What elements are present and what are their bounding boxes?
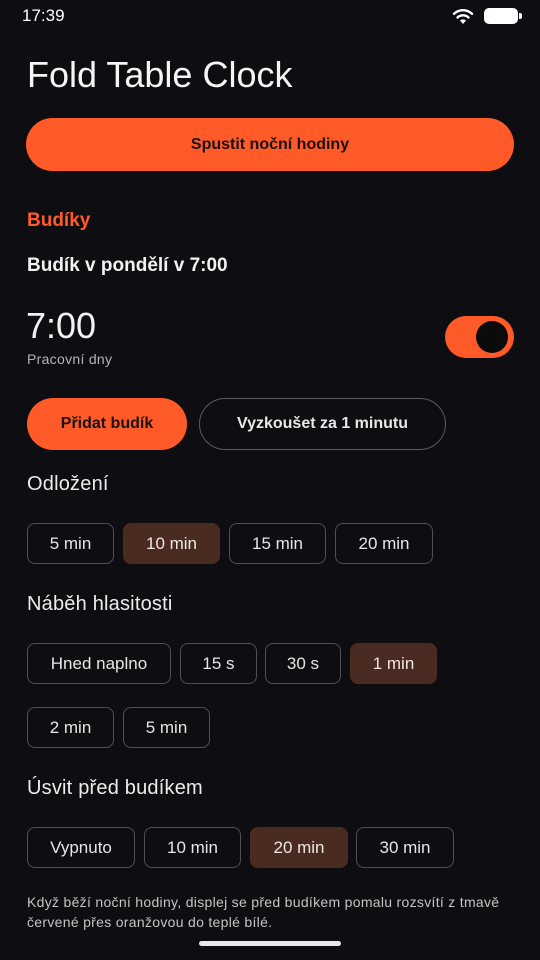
battery-icon: [484, 8, 522, 24]
snooze-option-selected[interactable]: 10 min: [123, 523, 220, 564]
alarm-days: Pracovní dny: [27, 351, 113, 367]
snooze-label: Odložení: [27, 473, 109, 495]
try-in-minute-button[interactable]: Vyzkoušet za 1 minutu: [199, 398, 446, 450]
status-icons: [452, 7, 522, 25]
volume-ramp-option-selected[interactable]: 1 min: [350, 643, 437, 684]
status-time: 17:39: [22, 6, 65, 25]
sunrise-option[interactable]: 10 min: [144, 827, 241, 868]
app-title: Fold Table Clock: [27, 54, 293, 95]
volume-ramp-option[interactable]: 2 min: [27, 707, 114, 748]
snooze-option[interactable]: 20 min: [335, 523, 433, 564]
alarms-section-title: Budíky: [27, 210, 91, 231]
snooze-option[interactable]: 5 min: [27, 523, 114, 564]
sunrise-option[interactable]: Vypnuto: [27, 827, 135, 868]
sunrise-note: Když běží noční hodiny, displej se před …: [27, 894, 500, 930]
sunrise-option-selected[interactable]: 20 min: [250, 827, 348, 868]
wifi-icon: [452, 9, 474, 24]
toggle-knob: [476, 321, 508, 353]
home-indicator[interactable]: [199, 941, 341, 946]
sunrise-label: Úsvit před budíkem: [27, 777, 203, 799]
volume-ramp-option[interactable]: 15 s: [180, 643, 257, 684]
snooze-option[interactable]: 15 min: [229, 523, 326, 564]
volume-ramp-option[interactable]: Hned naplno: [27, 643, 171, 684]
status-bar: 17:39: [0, 0, 540, 32]
sunrise-option[interactable]: 30 min: [356, 827, 454, 868]
start-night-clock-button[interactable]: Spustit noční hodiny: [26, 118, 514, 171]
alarm-enabled-toggle[interactable]: [445, 316, 514, 358]
add-alarm-button[interactable]: Přidat budík: [27, 398, 187, 450]
volume-ramp-option[interactable]: 30 s: [265, 643, 341, 684]
volume-ramp-label: Náběh hlasitosti: [27, 593, 173, 615]
alarm-name: Budík v pondělí v 7:00: [27, 255, 228, 276]
alarm-time[interactable]: 7:00: [26, 305, 96, 347]
volume-ramp-option[interactable]: 5 min: [123, 707, 210, 748]
